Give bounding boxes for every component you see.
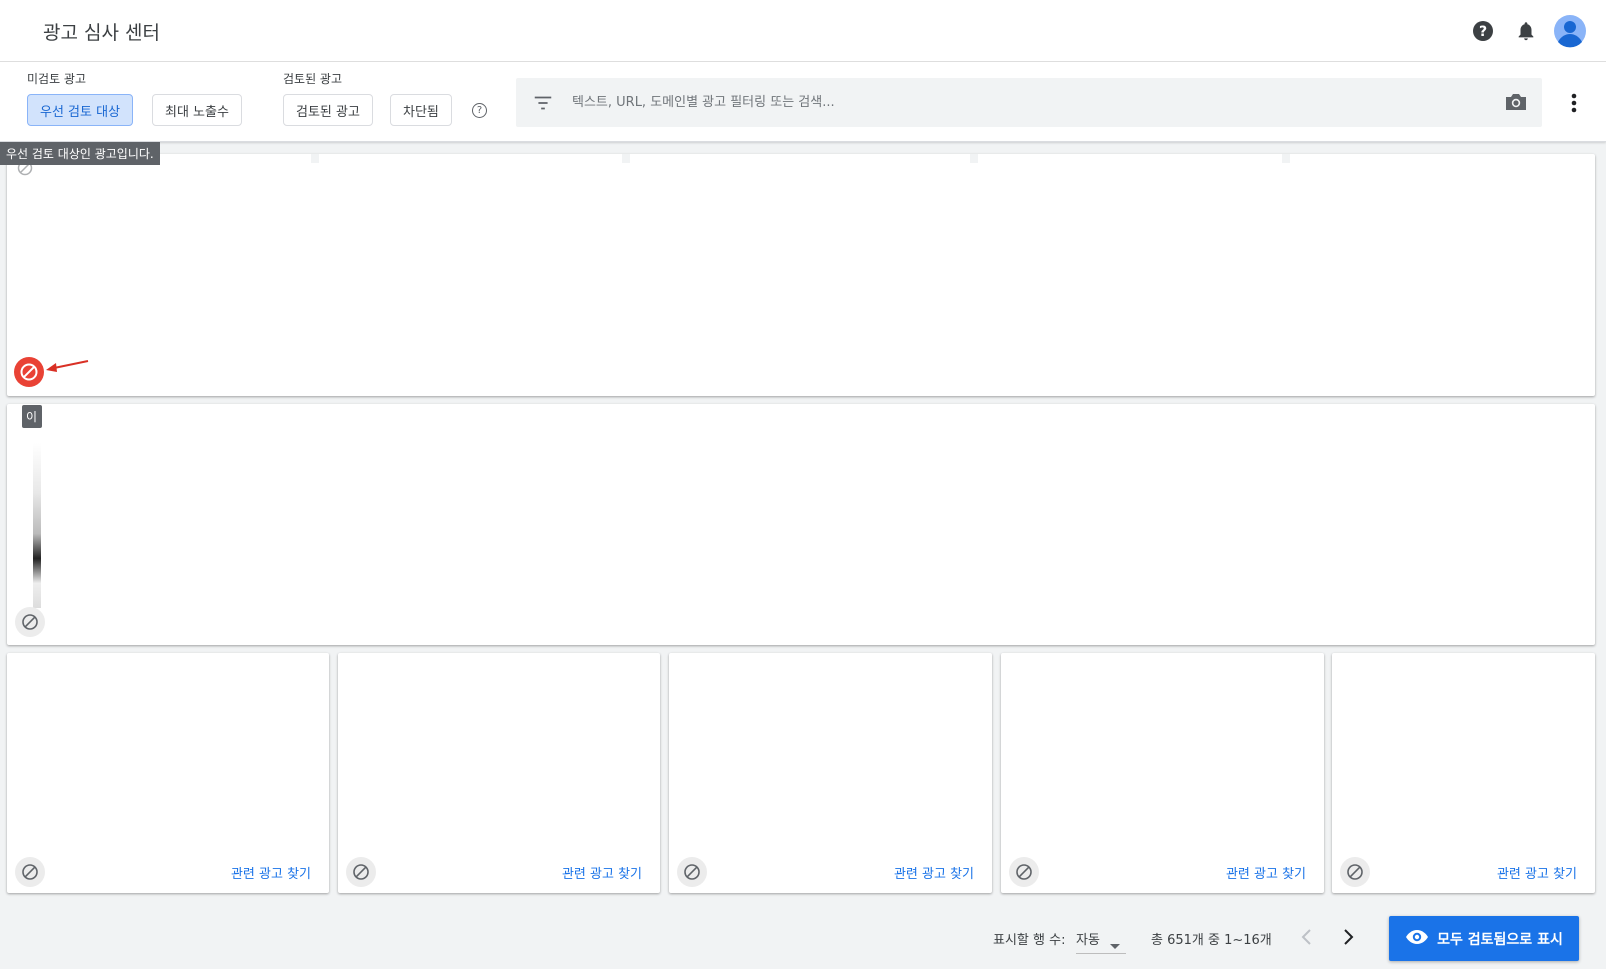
- ad-image-thumbnail: [33, 443, 41, 608]
- rows-per-page-select[interactable]: 자동: [1076, 922, 1126, 954]
- next-page-icon[interactable]: [1340, 927, 1356, 951]
- find-related-ads-link[interactable]: 관련 광고 찾기: [894, 863, 974, 882]
- chip-reviewed-ads[interactable]: 검토된 광고: [283, 94, 373, 126]
- block-ad-button[interactable]: [677, 857, 707, 887]
- find-related-ads-link[interactable]: 관련 광고 찾기: [1497, 863, 1577, 882]
- chip-priority-review[interactable]: 우선 검토 대상: [27, 94, 134, 126]
- rows-per-page-value: 자동: [1076, 933, 1100, 948]
- filter-list-icon[interactable]: [532, 92, 554, 118]
- ad-card-row-1[interactable]: [7, 154, 1595, 396]
- camera-icon[interactable]: [1504, 91, 1528, 117]
- pagination-range: 총 651개 중 1~16개: [1151, 933, 1272, 948]
- notifications-icon[interactable]: [1511, 16, 1541, 46]
- chip-max-impressions[interactable]: 최대 노출수: [152, 94, 242, 126]
- block-ad-button[interactable]: [1009, 857, 1039, 887]
- search-box: [516, 78, 1542, 127]
- mark-all-reviewed-label: 모두 검토됨으로 표시: [1437, 931, 1563, 948]
- account-avatar[interactable]: [1553, 14, 1587, 48]
- block-ad-button[interactable]: [1340, 857, 1370, 887]
- block-ad-button[interactable]: [15, 857, 45, 887]
- top-app-bar: 광고 심사 센터 ?: [0, 0, 1606, 62]
- rows-per-page-label: 표시할 행 수:: [993, 933, 1066, 948]
- unreviewed-group-label: 미검토 광고: [27, 72, 87, 86]
- ad-card[interactable]: 관련 광고 찾기: [7, 653, 329, 893]
- tooltip-priority: 우선 검토 대상인 광고입니다.: [0, 142, 160, 165]
- ad-card[interactable]: 관련 광고 찾기: [1332, 653, 1595, 893]
- help-icon[interactable]: ?: [1468, 16, 1498, 46]
- block-ad-button[interactable]: [15, 607, 45, 637]
- ad-card[interactable]: 관련 광고 찾기: [338, 653, 660, 893]
- block-ad-button[interactable]: [14, 357, 44, 387]
- tooltip-partial: 이: [22, 405, 42, 428]
- chip-blocked[interactable]: 차단됨: [390, 94, 452, 126]
- filter-help-icon[interactable]: ?: [472, 103, 487, 118]
- eye-icon: [1405, 929, 1429, 949]
- app-title: 광고 심사 센터: [43, 22, 160, 44]
- card-gap: [1282, 154, 1290, 163]
- search-input[interactable]: [572, 90, 1472, 114]
- svg-text:?: ?: [1479, 24, 1487, 40]
- reviewed-group-label: 검토된 광고: [283, 72, 343, 86]
- dropdown-arrow-icon: [1110, 935, 1120, 954]
- mark-all-reviewed-button[interactable]: 모두 검토됨으로 표시: [1389, 916, 1579, 961]
- ad-card-row-2[interactable]: [7, 404, 1595, 645]
- find-related-ads-link[interactable]: 관련 광고 찾기: [562, 863, 642, 882]
- prev-page-icon[interactable]: [1299, 927, 1315, 951]
- block-ad-button[interactable]: [346, 857, 376, 887]
- card-gap: [970, 154, 978, 163]
- ad-card[interactable]: 관련 광고 찾기: [1001, 653, 1324, 893]
- find-related-ads-link[interactable]: 관련 광고 찾기: [231, 863, 311, 882]
- annotation-arrow: [46, 360, 89, 372]
- find-related-ads-link[interactable]: 관련 광고 찾기: [1226, 863, 1306, 882]
- card-gap: [311, 154, 319, 163]
- more-vert-icon[interactable]: [1563, 90, 1585, 116]
- card-gap: [622, 154, 630, 163]
- ad-card[interactable]: 관련 광고 찾기: [669, 653, 992, 893]
